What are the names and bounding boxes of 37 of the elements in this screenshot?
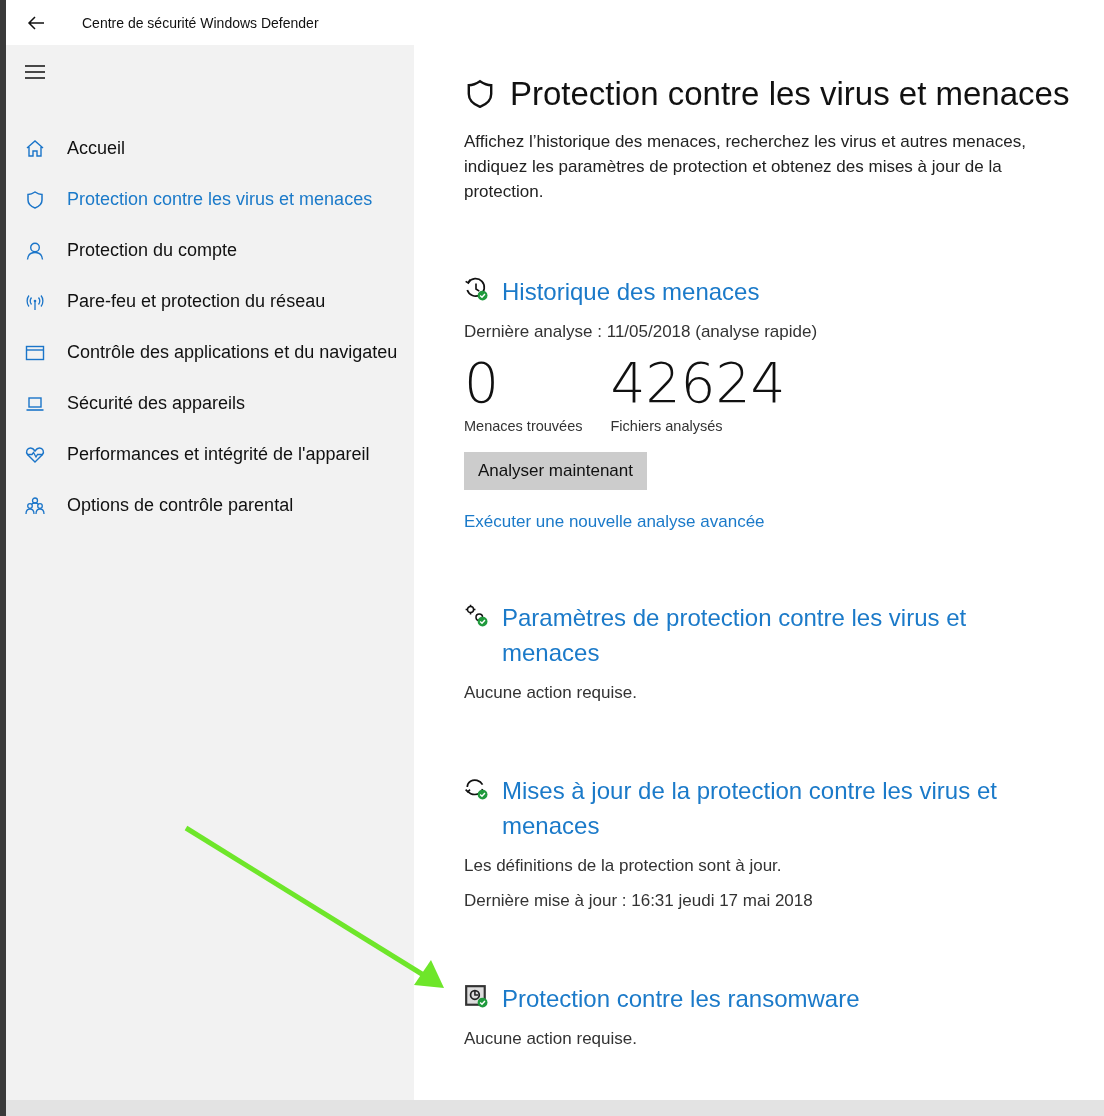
stat-label: Menaces trouvées	[464, 418, 583, 434]
sidebar-item[interactable]: Performances et intégrité de l'appareil	[6, 429, 414, 480]
sidebar-item[interactable]: Sécurité des appareils	[6, 378, 414, 429]
sidebar-item[interactable]: Protection du compte	[6, 225, 414, 276]
status-text: Dernière analyse : 11/05/2018 (analyse rapide)	[464, 321, 819, 343]
advanced-scan-link[interactable]: Exécuter une nouvelle analyse avancée	[464, 512, 765, 532]
status-text: Dernière mise à jour : 16:31 jeudi 17 mai 2018	[464, 890, 814, 912]
status-text: Les définitions de la protection sont à jour.	[464, 855, 783, 877]
clock-check-icon	[464, 277, 488, 301]
heart-icon	[25, 444, 45, 465]
status-text: Aucune action requise.	[464, 682, 638, 704]
stat-label: Fichiers analysés	[610, 418, 724, 434]
people-icon	[25, 495, 45, 516]
person-icon	[25, 240, 45, 261]
menu-icon[interactable]	[25, 65, 45, 79]
window-title: Centre de sécurité Windows Defender	[82, 14, 319, 31]
shield-icon	[25, 189, 45, 210]
sidebar-item[interactable]: Options de contrôle parental	[6, 480, 414, 531]
home-icon	[25, 138, 45, 159]
page-title: Protection contre les virus et menaces	[510, 75, 1070, 113]
section-title[interactable]: Historique des menaces	[502, 274, 1042, 309]
sidebar-item[interactable]: Contrôle des applications et du navigateu	[6, 327, 414, 378]
section-title[interactable]: Paramètres de protection contre les virus et menaces	[502, 600, 1042, 670]
back-arrow-icon	[27, 15, 45, 30]
stat-value: 0	[464, 350, 500, 417]
gears-check-icon	[464, 603, 488, 627]
section-title[interactable]: Protection contre les ransomware	[502, 981, 1042, 1016]
safe-check-icon	[464, 984, 488, 1008]
sidebar-item[interactable]: Accueil	[6, 123, 414, 174]
section-title[interactable]: Mises à jour de la protection contre les virus et menaces	[502, 773, 1042, 843]
scan-button[interactable]: Analyser maintenant	[464, 452, 647, 490]
sidebar-item[interactable]: Pare-feu et protection du réseau	[6, 276, 414, 327]
status-text: Aucune action requise.	[464, 1028, 638, 1050]
sync-check-icon	[464, 776, 488, 800]
stat-value: 42624	[610, 350, 786, 417]
page-description: Affichez l’historique des menaces, recherchez les virus et autres menaces, indiquez les paramètres de protection et obtenez des mises à jour de la protection.	[464, 131, 1027, 203]
sidebar-item[interactable]: Protection contre les virus et menaces	[6, 174, 414, 225]
